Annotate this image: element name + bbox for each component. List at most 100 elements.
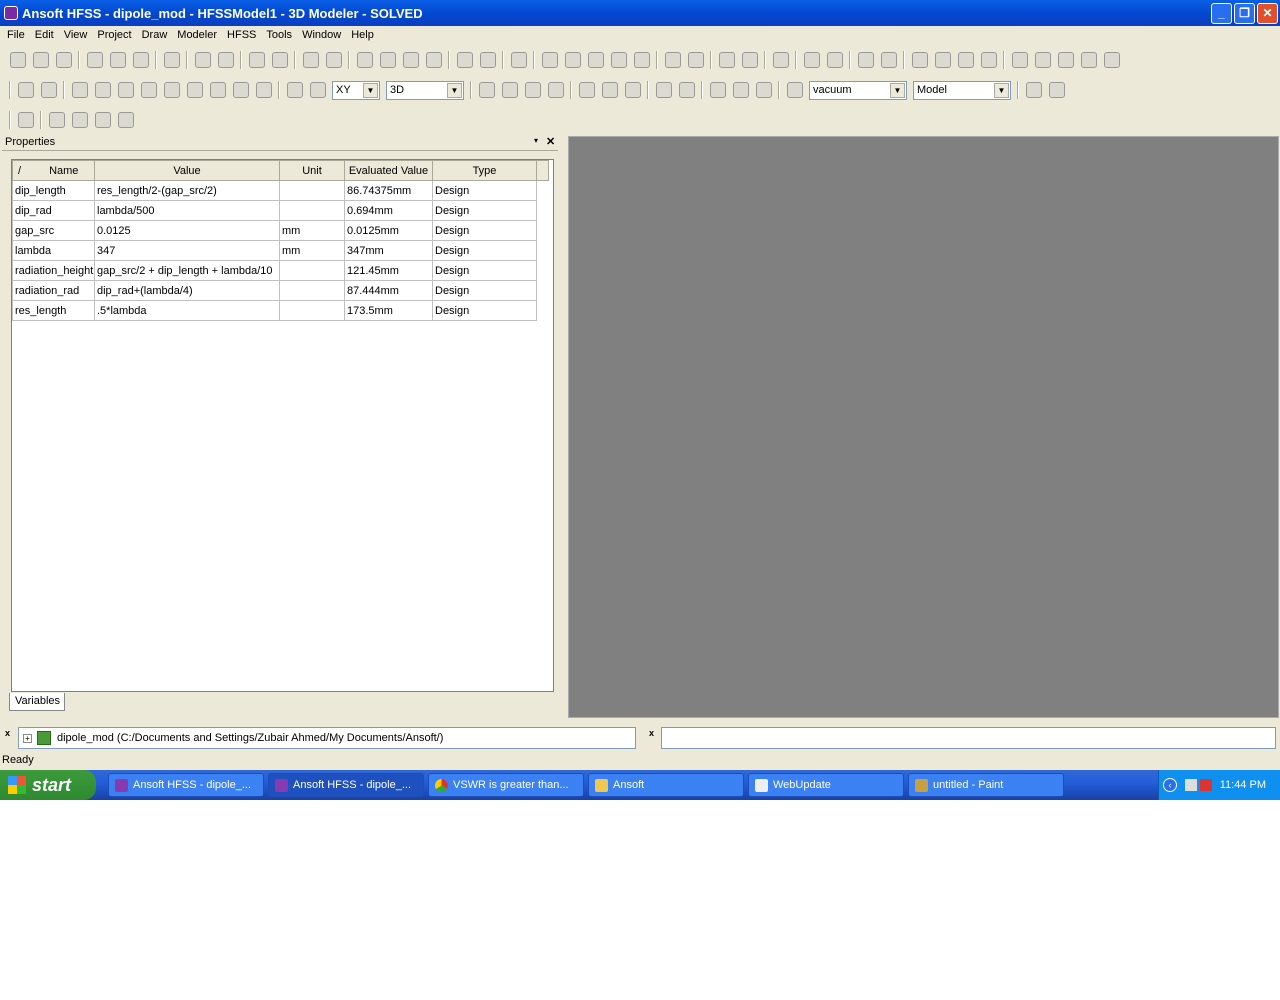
toolbar-button-icon[interactable] <box>140 82 157 98</box>
cell-name[interactable]: radiation_height <box>12 260 95 281</box>
toolbar-button-icon[interactable] <box>71 112 88 128</box>
taskbar-item[interactable]: VSWR is greater than... <box>428 773 584 797</box>
toolbar-button-icon[interactable] <box>541 52 558 68</box>
toolbar-button-icon[interactable] <box>772 52 789 68</box>
cell-value[interactable]: .5*lambda <box>94 300 280 321</box>
toolbar-button-icon[interactable] <box>17 112 34 128</box>
taskbar-item[interactable]: Ansoft HFSS - dipole_... <box>108 773 264 797</box>
toolbar-button-icon[interactable] <box>117 112 134 128</box>
table-row[interactable]: radiation_height gap_src/2 + dip_length +… <box>12 260 549 281</box>
toolbar-button-icon[interactable] <box>524 82 541 98</box>
toolbar-button-icon[interactable] <box>217 52 234 68</box>
toolbar-button-icon[interactable] <box>826 52 843 68</box>
toolbar-button-icon[interactable] <box>94 82 111 98</box>
toolbar-button-icon[interactable] <box>880 52 897 68</box>
toolbar-button-icon[interactable] <box>741 52 758 68</box>
cell-name[interactable]: radiation_rad <box>12 280 95 301</box>
cell-type[interactable]: Design <box>432 300 537 321</box>
cell-value[interactable]: dip_rad+(lambda/4) <box>94 280 280 301</box>
toolbar-button-icon[interactable] <box>857 52 874 68</box>
network-icon[interactable] <box>1184 779 1197 791</box>
toolbar-button-icon[interactable] <box>1048 82 1065 98</box>
cell-value[interactable]: res_length/2-(gap_src/2) <box>94 180 280 201</box>
menu-edit[interactable]: Edit <box>30 29 59 41</box>
cell-value[interactable]: 347 <box>94 240 280 261</box>
cell-value[interactable]: 0.0125 <box>94 220 280 241</box>
dropdown-icon[interactable]: ▾ <box>534 136 538 145</box>
toolbar-button-icon[interactable] <box>957 52 974 68</box>
toolbar-button-icon[interactable] <box>1057 52 1074 68</box>
cell-evaluated[interactable]: 121.45mm <box>344 260 433 281</box>
table-row[interactable]: lambda 347 mm 347mm Design <box>12 240 549 261</box>
close-icon[interactable]: x <box>649 728 654 738</box>
tab-variables[interactable]: Variables <box>9 693 65 711</box>
cell-name[interactable]: dip_rad <box>12 200 95 221</box>
toolbar-button-icon[interactable] <box>687 52 704 68</box>
cell-evaluated[interactable]: 173.5mm <box>344 300 433 321</box>
cell-name[interactable]: dip_length <box>12 180 95 201</box>
toolbar-button-icon[interactable] <box>9 52 26 68</box>
cell-name[interactable]: gap_src <box>12 220 95 241</box>
toolbar-button-icon[interactable] <box>732 82 749 98</box>
cell-unit[interactable] <box>279 260 345 281</box>
cell-unit[interactable] <box>279 300 345 321</box>
toolbar-button-icon[interactable] <box>587 52 604 68</box>
cell-evaluated[interactable]: 86.74375mm <box>344 180 433 201</box>
cell-name[interactable]: res_length <box>12 300 95 321</box>
toolbar-button-icon[interactable] <box>678 82 695 98</box>
mode-select[interactable]: Model ▼ <box>913 80 1011 100</box>
toolbar-button-icon[interactable] <box>718 52 735 68</box>
toolbar-button-icon[interactable] <box>402 52 419 68</box>
column-value[interactable]: Value <box>94 160 280 181</box>
view-select[interactable]: 3D ▼ <box>386 80 464 100</box>
menu-view[interactable]: View <box>59 29 93 41</box>
menu-hfss[interactable]: HFSS <box>222 29 261 41</box>
table-row[interactable]: radiation_rad dip_rad+(lambda/4) 87.444mm D… <box>12 280 549 301</box>
toolbar-button-icon[interactable] <box>325 52 342 68</box>
toolbar-button-icon[interactable] <box>501 82 518 98</box>
menu-window[interactable]: Window <box>297 29 346 41</box>
cell-unit[interactable] <box>279 280 345 301</box>
toolbar-button-icon[interactable] <box>302 52 319 68</box>
toolbar-button-icon[interactable] <box>94 112 111 128</box>
project-tree-item[interactable]: dipole_mod (C:/Documents and Settings/Zu… <box>57 732 443 744</box>
toolbar-button-icon[interactable] <box>379 52 396 68</box>
toolbar-button-icon[interactable] <box>911 52 928 68</box>
cell-evaluated[interactable]: 347mm <box>344 240 433 261</box>
cell-evaluated[interactable]: 0.694mm <box>344 200 433 221</box>
toolbar-button-icon[interactable] <box>709 82 726 98</box>
toolbar-button-icon[interactable] <box>1025 82 1042 98</box>
minimize-button[interactable]: _ <box>1211 3 1232 24</box>
toolbar-button-icon[interactable] <box>194 52 211 68</box>
cell-evaluated[interactable]: 0.0125mm <box>344 220 433 241</box>
cell-name[interactable]: lambda <box>12 240 95 261</box>
toolbar-button-icon[interactable] <box>17 82 34 98</box>
cell-value[interactable]: gap_src/2 + dip_length + lambda/10 <box>94 260 280 281</box>
cell-unit[interactable] <box>279 200 345 221</box>
toolbar-button-icon[interactable] <box>48 112 65 128</box>
menu-modeler[interactable]: Modeler <box>172 29 222 41</box>
taskbar-item[interactable]: untitled - Paint <box>908 773 1064 797</box>
toolbar-button-icon[interactable] <box>786 82 803 98</box>
antivirus-icon[interactable] <box>1199 779 1212 791</box>
expand-icon[interactable]: + <box>23 733 32 743</box>
toolbar-button-icon[interactable] <box>186 82 203 98</box>
cell-value[interactable]: lambda/500 <box>94 200 280 221</box>
toolbar-button-icon[interactable] <box>271 52 288 68</box>
close-icon[interactable]: x <box>5 728 10 738</box>
toolbar-button-icon[interactable] <box>55 52 72 68</box>
toolbar-button-icon[interactable] <box>655 82 672 98</box>
toolbar-button-icon[interactable] <box>664 52 681 68</box>
toolbar-button-icon[interactable] <box>209 82 226 98</box>
toolbar-button-icon[interactable] <box>132 52 149 68</box>
toolbar-button-icon[interactable] <box>478 82 495 98</box>
toolbar-button-icon[interactable] <box>601 82 618 98</box>
table-row[interactable]: dip_rad lambda/500 0.694mm Design <box>12 200 549 221</box>
toolbar-button-icon[interactable] <box>232 82 249 98</box>
column-evaluated[interactable]: Evaluated Value <box>344 160 433 181</box>
toolbar-button-icon[interactable] <box>578 82 595 98</box>
toolbar-button-icon[interactable] <box>286 82 303 98</box>
toolbar-button-icon[interactable] <box>479 52 496 68</box>
restore-button[interactable]: ❐ <box>1234 3 1255 24</box>
toolbar-button-icon[interactable] <box>425 52 442 68</box>
